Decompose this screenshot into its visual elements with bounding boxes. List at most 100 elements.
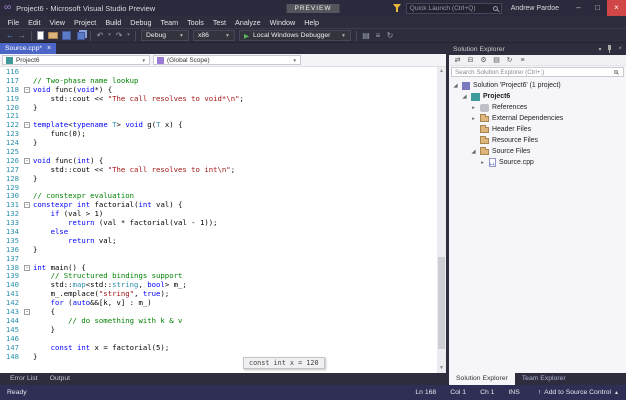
tree-item-references[interactable]: ▸ References [449,102,626,113]
expander-expanded-icon[interactable]: ◢ [461,94,468,100]
editor-scrollbar[interactable]: ▲ ▼ [437,67,446,373]
expander-collapsed-icon[interactable]: ▸ [470,116,477,122]
code-line[interactable]: 124} [0,139,437,148]
menu-edit[interactable]: Edit [24,18,45,27]
code-line[interactable]: 120} [0,104,437,113]
redo-icon[interactable]: ↷ [113,29,125,42]
tab-source-cpp[interactable]: Source.cpp* × [0,43,56,54]
show-all-files-icon[interactable]: ▤ [491,56,502,64]
tool-window-tab-output[interactable]: Output [44,373,76,385]
tree-item-label: Solution 'Project6' (1 project) [473,82,561,89]
tree-item-label: References [492,104,527,111]
solution-platform-dropdown[interactable]: x86 ▼ [193,30,235,41]
expander-collapsed-icon[interactable]: ▸ [470,105,477,111]
close-button[interactable]: × [607,0,626,16]
expander-expanded-icon[interactable]: ◢ [470,149,477,155]
menu-build[interactable]: Build [101,18,126,27]
tree-item-resource-files[interactable]: Resource Files [449,135,626,146]
search-solution-explorer-input[interactable]: Search Solution Explorer (Ctrl+;) [451,67,624,77]
menu-analyze[interactable]: Analyze [231,18,266,27]
refresh-icon[interactable]: ↻ [504,56,515,64]
tab-close-icon[interactable]: × [47,44,51,54]
menu-view[interactable]: View [45,18,69,27]
pin-icon[interactable] [606,45,613,54]
fold-collapse-icon[interactable]: - [24,309,30,315]
fold-collapse-icon[interactable]: - [24,158,30,164]
view-menu-icon[interactable]: ≡ [517,57,528,64]
fold-collapse-icon[interactable]: - [24,202,30,208]
fold-margin [23,175,33,184]
menu-window[interactable]: Window [265,18,300,27]
maximize-button[interactable]: □ [588,0,607,16]
tree-item-source-files[interactable]: ◢Source Files [449,146,626,157]
code-line[interactable]: 127 std::cout << "The call resolves to i… [0,166,437,175]
undo-dropdown-icon[interactable]: ▾ [106,29,113,42]
code-line[interactable]: 128} [0,175,437,184]
feedback-funnel-icon[interactable] [393,3,402,13]
scope-dropdown[interactable]: (Global Scope) ▼ [153,55,301,65]
solution-configuration-dropdown[interactable]: Debug ▼ [141,30,189,41]
collapse-all-icon[interactable]: ⊟ [465,56,476,64]
code-line[interactable]: 148} [0,353,437,362]
refresh-icon[interactable]: ↻ [384,29,396,42]
forward-arrow-icon[interactable]: → [16,29,28,42]
tree-item-source-cpp[interactable]: ▸Source.cpp [449,157,626,168]
open-file-icon[interactable] [48,32,58,39]
window-position-chevron-icon[interactable]: ▾ [598,46,601,53]
code-line[interactable]: 144 // do something with k & v [0,317,437,326]
find-in-files-icon[interactable]: ≡ [372,29,384,42]
folder-icon [480,149,489,155]
fold-collapse-icon[interactable]: - [24,265,30,271]
fold-collapse-icon[interactable]: - [24,122,30,128]
code-line[interactable]: 136} [0,246,437,255]
code-line[interactable]: 142 for (auto&&[k, v] : m_) [0,299,437,308]
code-line[interactable]: 135 return val; [0,237,437,246]
properties-icon[interactable]: ⚙ [478,56,489,64]
code-line[interactable]: 145 } [0,326,437,335]
tree-item-label: Header Files [492,126,531,133]
tool-window-tab-error-list[interactable]: Error List [4,373,44,385]
panel-tab-solution-explorer[interactable]: Solution Explorer [449,373,515,385]
scroll-down-icon[interactable]: ▼ [437,364,446,373]
code-line[interactable]: 119 std::cout << "The call resolves to v… [0,95,437,104]
expander-expanded-icon[interactable]: ◢ [452,83,459,89]
quick-launch-input[interactable]: Quick Launch (Ctrl+Q) [406,3,502,14]
fold-margin [23,166,33,175]
code-area[interactable]: 116117// Two-phase name lookup118-void f… [0,67,446,373]
vs-window: ∞ Project6 - Microsoft Visual Studio Pre… [0,0,626,400]
start-debugging-button[interactable]: ▶ Local Windows Debugger ▼ [239,30,351,41]
new-file-icon[interactable] [37,31,44,40]
menu-file[interactable]: File [3,18,24,27]
fold-collapse-icon[interactable]: - [24,87,30,93]
save-all-icon[interactable] [77,32,85,40]
minimize-button[interactable]: – [569,0,588,16]
panel-close-icon[interactable]: × [618,46,622,52]
menu-team[interactable]: Team [156,18,183,27]
code-line[interactable]: 147 const int x = factorial(5); [0,344,437,353]
editor-tab-strip: Source.cpp* × [0,43,446,54]
panel-tab-team-explorer[interactable]: Team Explorer [515,373,573,385]
menu-debug[interactable]: Debug [126,18,156,27]
menu-help[interactable]: Help [300,18,324,27]
undo-icon[interactable]: ↶ [94,29,106,42]
project-dropdown[interactable]: Project6 ▼ [2,55,150,65]
menu-test[interactable]: Test [208,18,230,27]
menu-project[interactable]: Project [69,18,100,27]
search-icon [493,6,498,11]
tree-item-header-files[interactable]: Header Files [449,124,626,135]
scrollbar-thumb[interactable] [438,257,445,349]
menu-tools[interactable]: Tools [183,18,209,27]
redo-dropdown-icon[interactable]: ▾ [125,29,132,42]
tree-item-external-dependencies[interactable]: ▸External Dependencies [449,113,626,124]
back-arrow-icon[interactable]: ← [4,29,16,42]
user-account-button[interactable]: Andrew Pardoe [511,5,559,12]
add-to-source-control-button[interactable]: ↑ Add to Source Control ▲ [538,389,619,396]
solution-platforms-icon[interactable]: ▤ [360,29,372,42]
scroll-up-icon[interactable]: ▲ [437,67,446,76]
code-line[interactable]: 123 func(0); [0,130,437,139]
save-icon[interactable] [62,31,71,40]
tree-item-solution-project6-1-project[interactable]: ◢ Solution 'Project6' (1 project) [449,80,626,91]
tree-item-project6[interactable]: ◢Project6 [449,91,626,102]
sync-with-active-document-icon[interactable]: ⇄ [452,56,463,64]
expander-collapsed-icon[interactable]: ▸ [479,160,486,166]
